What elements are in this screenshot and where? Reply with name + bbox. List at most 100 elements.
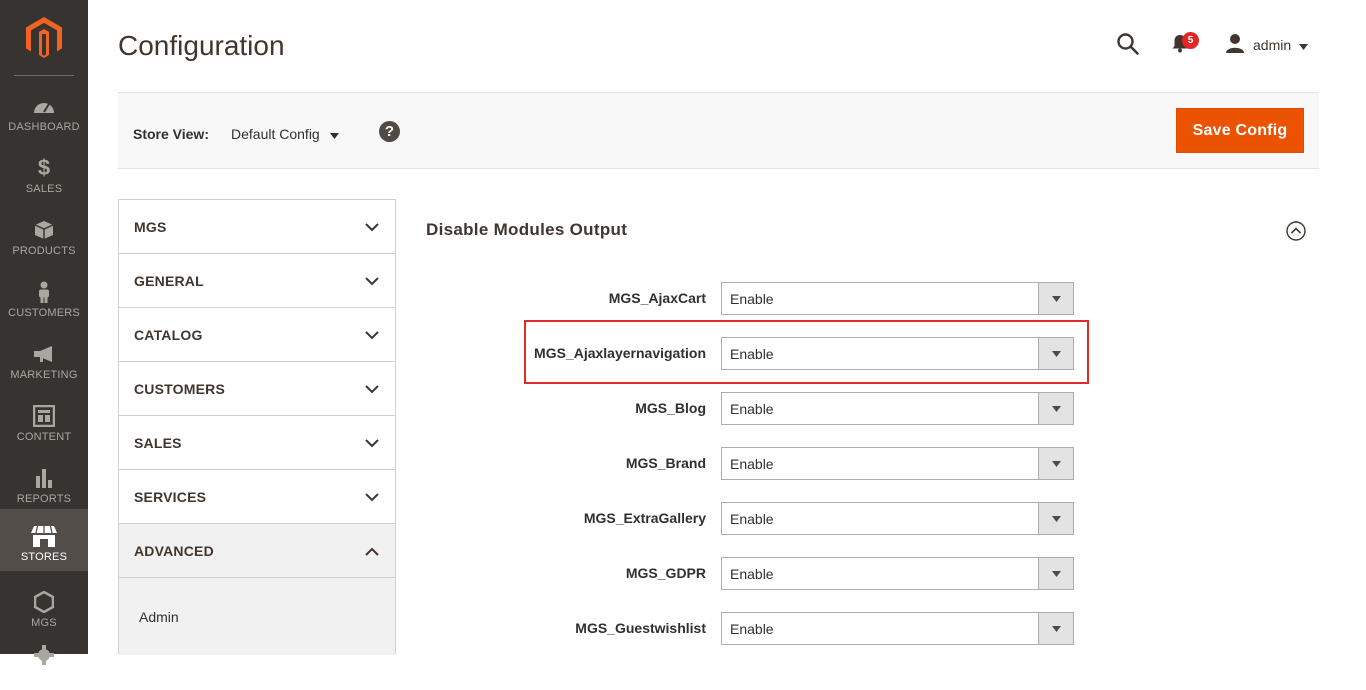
nav-item-products[interactable]: PRODUCTS xyxy=(0,203,88,265)
chevron-down-icon xyxy=(365,489,379,505)
page-title: Configuration xyxy=(118,30,285,61)
module-label: MGS_Guestwishlist xyxy=(575,620,706,636)
config-tabs: MGS GENERAL CATALOG CUSTOMERS SALES SERV… xyxy=(118,199,396,655)
store-view-label: Store View: xyxy=(133,126,209,142)
nav-item-marketing[interactable]: MARKETING xyxy=(0,327,88,389)
user-name: admin xyxy=(1253,36,1292,53)
section-title[interactable]: Disable Modules Output xyxy=(426,220,627,240)
module-label: MGS_AjaxCart xyxy=(608,290,706,306)
nav-label: STORES xyxy=(20,551,68,563)
chevron-up-icon xyxy=(365,543,379,559)
chevron-down-icon xyxy=(365,273,379,289)
nav-label: DASHBOARD xyxy=(8,121,80,133)
collapse-icon[interactable] xyxy=(1286,221,1306,241)
megaphone-icon xyxy=(32,343,56,365)
save-config-button[interactable]: Save Config xyxy=(1176,108,1304,153)
chevron-down-icon xyxy=(365,381,379,397)
select-arrow-icon xyxy=(1038,448,1073,479)
tab-item-admin[interactable]: Admin xyxy=(119,578,395,655)
tab-label: CATALOG xyxy=(134,326,203,343)
dashboard-icon xyxy=(32,95,56,117)
tab-label: ADVANCED xyxy=(134,542,214,559)
nav-label: REPORTS xyxy=(16,493,72,505)
module-output-select[interactable]: Enable xyxy=(721,337,1074,370)
admin-sidebar: DASHBOARD $ SALES PRODUCTS CUSTOMERS MAR… xyxy=(0,0,88,665)
module-label: MGS_ExtraGallery xyxy=(583,510,706,526)
select-arrow-icon xyxy=(1038,503,1073,534)
select-arrow-icon xyxy=(1038,283,1073,314)
module-output-select[interactable]: Enable xyxy=(721,557,1074,590)
chevron-down-icon xyxy=(1299,37,1309,53)
nav-item-stores[interactable]: STORES xyxy=(0,509,88,571)
select-value: Enable xyxy=(730,511,774,527)
select-arrow-icon xyxy=(1038,338,1073,369)
search-icon[interactable] xyxy=(1116,32,1140,56)
person-icon xyxy=(37,281,51,303)
module-output-select[interactable]: Enable xyxy=(721,392,1074,425)
gear-icon xyxy=(34,644,54,666)
module-label: MGS_GDPR xyxy=(625,565,706,581)
module-row: MGS_Brand Enable xyxy=(426,447,1076,480)
user-icon xyxy=(1225,33,1245,56)
module-label: MGS_Blog xyxy=(635,400,706,416)
select-value: Enable xyxy=(730,401,774,417)
logo-divider xyxy=(14,75,74,76)
tab-customers[interactable]: CUSTOMERS xyxy=(119,362,395,416)
select-value: Enable xyxy=(730,346,774,362)
tab-catalog[interactable]: CATALOG xyxy=(119,308,395,362)
select-value: Enable xyxy=(730,456,774,472)
module-row: MGS_Ajaxlayernavigation Enable xyxy=(426,337,1076,370)
tab-label: GENERAL xyxy=(134,272,204,289)
select-arrow-icon xyxy=(1038,393,1073,424)
tab-label: MGS xyxy=(134,218,167,235)
layout-icon xyxy=(33,405,55,427)
user-menu[interactable]: admin xyxy=(1225,33,1309,56)
hexagon-icon xyxy=(34,591,54,613)
select-arrow-icon xyxy=(1038,558,1073,589)
tab-general[interactable]: GENERAL xyxy=(119,254,395,308)
tab-advanced[interactable]: ADVANCED xyxy=(119,524,395,578)
notification-badge[interactable]: 5 xyxy=(1182,32,1199,49)
nav-label: PRODUCTS xyxy=(12,245,76,257)
module-row: MGS_Guestwishlist Enable xyxy=(426,612,1076,645)
help-icon[interactable]: ? xyxy=(379,121,400,142)
nav-label: CONTENT xyxy=(16,431,72,443)
nav-item-content[interactable]: CONTENT xyxy=(0,389,88,451)
module-output-select[interactable]: Enable xyxy=(721,612,1074,645)
module-output-select[interactable]: Enable xyxy=(721,502,1074,535)
chevron-down-icon xyxy=(365,219,379,235)
magento-logo[interactable] xyxy=(0,0,88,75)
nav-item-system[interactable] xyxy=(0,628,88,690)
tab-label: SALES xyxy=(134,434,182,451)
module-row: MGS_Blog Enable xyxy=(426,392,1076,425)
bar-chart-icon xyxy=(34,467,54,489)
tab-sales[interactable]: SALES xyxy=(119,416,395,470)
chevron-down-icon xyxy=(329,126,339,142)
store-icon xyxy=(31,525,57,547)
module-row: MGS_AjaxCart Enable xyxy=(426,282,1076,315)
nav-label: CUSTOMERS xyxy=(8,307,80,319)
select-value: Enable xyxy=(730,566,774,582)
nav-label: SALES xyxy=(25,183,63,195)
dollar-icon: $ xyxy=(37,155,51,180)
select-value: Enable xyxy=(730,621,774,637)
chevron-down-icon xyxy=(365,435,379,451)
store-view-switcher[interactable]: Default Config xyxy=(231,126,339,142)
module-label: MGS_Ajaxlayernavigation xyxy=(534,345,706,361)
tab-label: CUSTOMERS xyxy=(134,380,225,397)
box-icon xyxy=(34,219,54,241)
nav-item-reports[interactable]: REPORTS xyxy=(0,451,88,513)
tab-item-label: Admin xyxy=(139,608,179,625)
chevron-down-icon xyxy=(365,327,379,343)
tab-mgs[interactable]: MGS xyxy=(119,200,395,254)
tab-services[interactable]: SERVICES xyxy=(119,470,395,524)
nav-item-sales[interactable]: $ SALES xyxy=(0,141,88,203)
module-row: MGS_ExtraGallery Enable xyxy=(426,502,1076,535)
module-output-select[interactable]: Enable xyxy=(721,282,1074,315)
tab-label: SERVICES xyxy=(134,488,207,505)
module-label: MGS_Brand xyxy=(625,455,706,471)
nav-item-dashboard[interactable]: DASHBOARD xyxy=(0,79,88,141)
nav-item-customers[interactable]: CUSTOMERS xyxy=(0,265,88,327)
store-view-value: Default Config xyxy=(231,126,320,142)
module-output-select[interactable]: Enable xyxy=(721,447,1074,480)
